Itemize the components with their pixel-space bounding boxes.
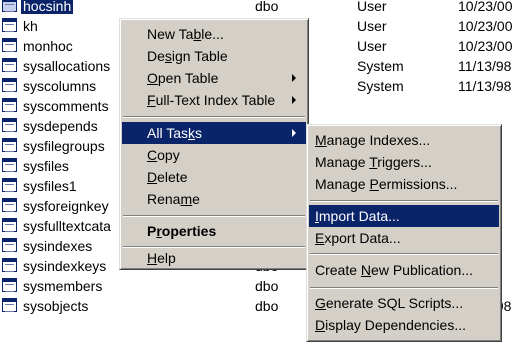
table-icon <box>2 278 17 292</box>
table-icon <box>2 38 17 52</box>
table-icon <box>2 98 17 112</box>
table-name: sysfiles1 <box>23 178 77 194</box>
table-icon <box>2 138 17 152</box>
table-type: System <box>357 58 404 74</box>
submenu-arrow-icon <box>292 129 296 137</box>
table-icon <box>2 18 17 32</box>
menu-separator <box>123 215 305 217</box>
menu-item-delete[interactable]: Delete <box>122 166 306 188</box>
table-name: sysfulltextcata <box>23 218 111 234</box>
menu-separator <box>310 287 498 289</box>
table-row-hocsinh[interactable]: hocsinh dbo User 10/23/00 <box>0 0 523 16</box>
submenu-arrow-icon <box>292 74 296 82</box>
menu-item-manage-triggers[interactable]: Manage Triggers... <box>309 151 499 173</box>
table-icon <box>2 258 17 272</box>
table-name: sysallocations <box>23 58 111 74</box>
menu-item-full-text-index[interactable]: Full-Text Index Table <box>122 89 306 111</box>
table-name: kh <box>23 18 38 34</box>
table-owner: dbo <box>255 298 279 314</box>
menu-separator <box>310 200 498 202</box>
menu-item-import-data[interactable]: Import Data... <box>309 205 499 227</box>
menu-item-help[interactable]: Help <box>122 247 306 269</box>
menu-item-new-table[interactable]: New Table... <box>122 23 306 45</box>
table-name: sysmembers <box>23 278 103 294</box>
table-date: 10/23/00 <box>458 38 513 54</box>
table-name: sysfiles <box>23 158 69 174</box>
all-tasks-submenu: Manage Indexes... Manage Triggers... Man… <box>306 124 502 342</box>
table-icon <box>2 158 17 172</box>
table-type: User <box>357 38 387 54</box>
menu-separator <box>310 253 498 255</box>
submenu-arrow-icon <box>292 96 296 104</box>
table-icon <box>2 178 17 192</box>
menu-item-properties[interactable]: Properties <box>122 220 306 242</box>
table-icon <box>2 58 17 72</box>
table-type: System <box>357 78 404 94</box>
menu-item-manage-indexes[interactable]: Manage Indexes... <box>309 129 499 151</box>
table-type: User <box>357 18 387 34</box>
table-name: hocsinh <box>21 0 74 14</box>
menu-item-copy[interactable]: Copy <box>122 144 306 166</box>
table-name: sysfilegroups <box>23 138 105 154</box>
menu-item-generate-sql-scripts[interactable]: Generate SQL Scripts... <box>309 292 499 314</box>
table-name: sysobjects <box>23 298 89 314</box>
menu-separator <box>123 116 305 118</box>
table-owner: dbo <box>255 0 279 14</box>
table-icon <box>2 198 17 212</box>
table-name: sysindexes <box>23 238 93 254</box>
menu-item-design-table[interactable]: Design Table <box>122 45 306 67</box>
table-icon <box>2 78 17 92</box>
menu-item-open-table[interactable]: Open Table <box>122 67 306 89</box>
table-type: User <box>357 0 387 14</box>
menu-item-display-dependencies[interactable]: Display Dependencies... <box>309 314 499 336</box>
table-date: 11/13/98 <box>458 58 512 74</box>
table-date: 10/23/00 <box>458 0 513 14</box>
table-icon <box>2 218 17 232</box>
menu-item-rename[interactable]: Rename <box>122 188 306 210</box>
table-icon <box>2 118 17 132</box>
menu-item-manage-permissions[interactable]: Manage Permissions... <box>309 173 499 195</box>
table-icon <box>2 0 17 12</box>
menu-item-create-publication[interactable]: Create New Publication... <box>309 259 499 281</box>
table-name: syscomments <box>23 98 109 114</box>
table-name: sysdepends <box>23 118 98 134</box>
table-icon <box>2 298 17 312</box>
menu-item-all-tasks[interactable]: All Tasks <box>122 122 306 144</box>
table-name: sysindexkeys <box>23 258 107 274</box>
table-owner: dbo <box>255 278 279 294</box>
table-name: sysforeignkey <box>23 198 109 214</box>
table-name: monhoc <box>23 38 73 54</box>
menu-item-export-data[interactable]: Export Data... <box>309 227 499 249</box>
table-name: syscolumns <box>23 78 97 94</box>
context-menu: New Table... Design Table Open Table Ful… <box>119 18 309 270</box>
table-icon <box>2 238 17 252</box>
table-date: 10/23/00 <box>458 18 513 34</box>
table-date: 11/13/98 <box>458 78 512 94</box>
